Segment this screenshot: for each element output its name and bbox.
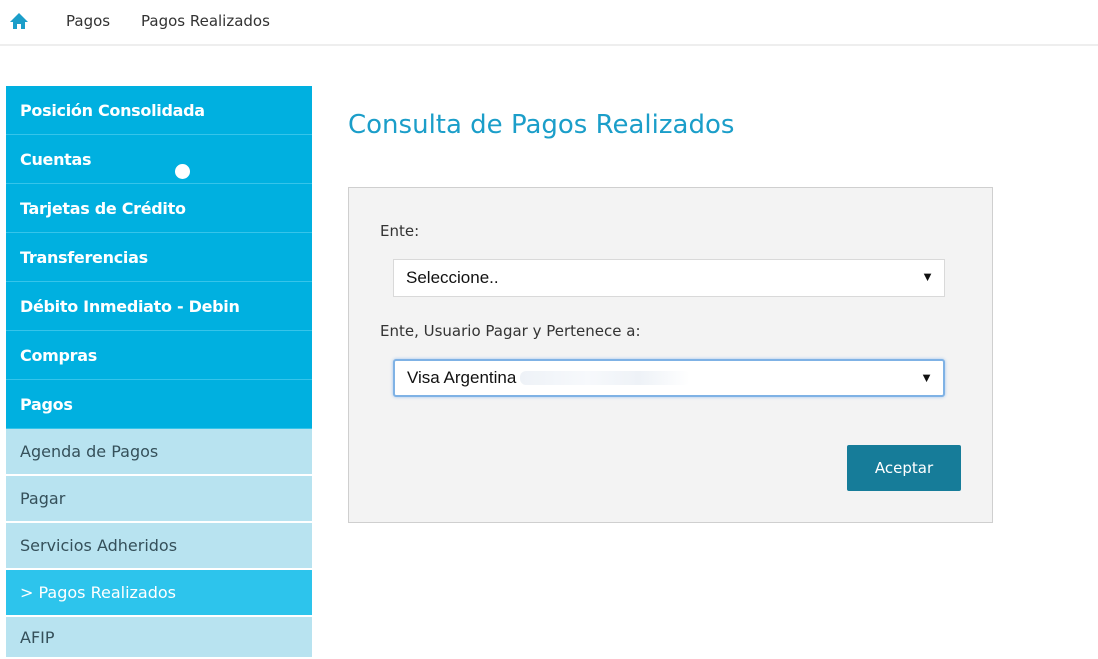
sidebar-item-transferencias[interactable]: Transferencias [6,233,312,282]
sidebar-subitem-servicios-adheridos[interactable]: Servicios Adheridos [6,523,312,570]
page-title: Consulta de Pagos Realizados [348,110,735,140]
sidebar-item-pagos[interactable]: Pagos [6,380,312,429]
home-icon[interactable] [8,11,30,31]
sidebar-subitem-pagar[interactable]: Pagar [6,476,312,523]
sidebar-subitem-pagos-realizados[interactable]: > Pagos Realizados [6,570,312,617]
breadcrumb-pagos[interactable]: Pagos [66,12,110,30]
search-form-panel: Ente: Seleccione.. ▼ Ente, Usuario Pagar… [348,187,993,523]
sidebar-item-compras[interactable]: Compras [6,331,312,380]
dropdown-arrow-icon: ▼ [920,370,933,385]
sidebar: Posición Consolidada Cuentas Tarjetas de… [6,86,312,659]
breadcrumb-pagos-realizados[interactable]: Pagos Realizados [141,12,270,30]
ente-select-value: Seleccione.. [406,268,499,287]
sidebar-subitem-agenda-de-pagos[interactable]: Agenda de Pagos [6,429,312,476]
sidebar-item-posicion-consolidada[interactable]: Posición Consolidada [6,86,312,135]
sidebar-item-tarjetas-de-credito[interactable]: Tarjetas de Crédito [6,184,312,233]
aceptar-button[interactable]: Aceptar [847,445,961,491]
redacted-text [520,371,691,385]
usuario-select[interactable]: Visa Argentina ▼ [393,359,945,397]
sidebar-subitem-afip[interactable]: AFIP [6,617,312,659]
dropdown-arrow-icon: ▼ [921,269,934,284]
ente-select[interactable]: Seleccione.. ▼ [393,259,945,297]
usuario-label: Ente, Usuario Pagar y Pertenece a: [380,322,641,340]
usuario-select-value: Visa Argentina [407,368,517,387]
top-breadcrumb-bar: Pagos Pagos Realizados [0,0,1098,46]
sidebar-item-debito-inmediato[interactable]: Débito Inmediato - Debin [6,282,312,331]
mouse-cursor-indicator [175,164,190,179]
ente-label: Ente: [380,222,420,240]
sidebar-item-cuentas[interactable]: Cuentas [6,135,312,184]
